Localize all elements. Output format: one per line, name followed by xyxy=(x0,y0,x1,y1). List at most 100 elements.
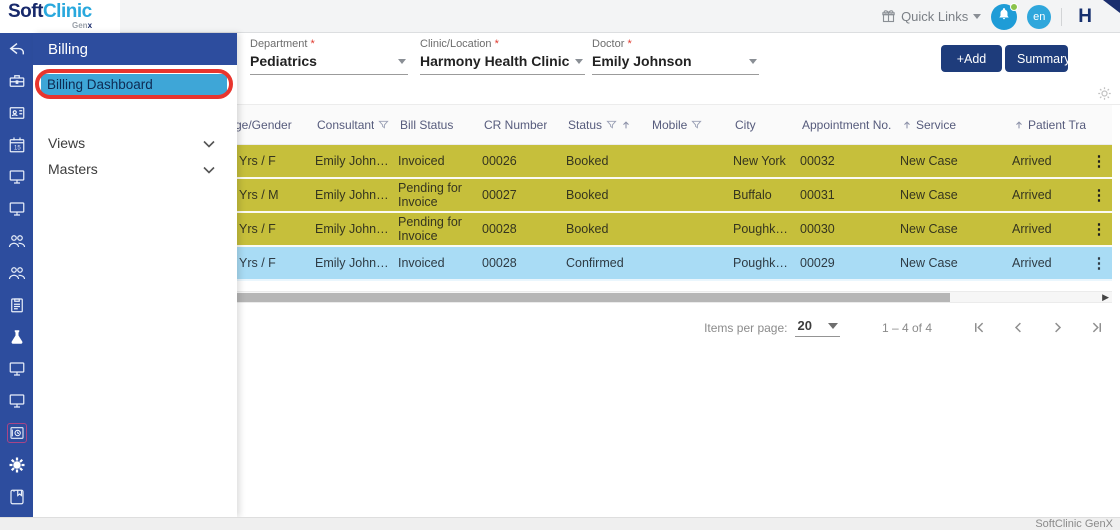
scroll-right-arrow-icon[interactable]: ▶ xyxy=(1102,292,1109,303)
column-header-status[interactable]: Status xyxy=(566,105,650,144)
paginator: Items per page: 20 1 – 4 of 4 xyxy=(704,318,1104,337)
kebab-menu-icon[interactable]: ⋮ xyxy=(1086,247,1112,279)
cell-city: New York xyxy=(733,154,786,168)
menu-item-billing-dashboard[interactable]: Billing Dashboard xyxy=(41,74,227,95)
cell-service: New Case xyxy=(900,222,958,236)
filter-funnel-icon[interactable] xyxy=(691,119,702,130)
cell-patient_tracking: Arrived xyxy=(1012,222,1052,236)
column-header-service[interactable]: Service xyxy=(900,105,1012,144)
column-header-age_gender[interactable]: Age/Gender xyxy=(225,105,315,144)
table-row[interactable]: Yrs / F Emily Johnson Invoiced 00026 Booked N… xyxy=(225,145,1112,179)
column-header-appointment_no[interactable]: Appointment No. xyxy=(800,105,900,144)
module-sidebar: 15 xyxy=(0,33,33,517)
chevron-down-icon xyxy=(973,14,982,19)
sort-arrow-icon[interactable] xyxy=(902,119,912,131)
language-selector[interactable]: en xyxy=(1027,4,1052,29)
cell-bill_status: Invoiced xyxy=(398,255,445,270)
column-header-bill_status[interactable]: Bill Status xyxy=(398,105,482,144)
logo-subtitle: Genx xyxy=(72,21,93,30)
cell-mobile xyxy=(650,213,733,245)
notification-badge xyxy=(1010,2,1019,11)
cell-age_gender: Yrs / F xyxy=(239,256,276,270)
sort-arrow-icon[interactable] xyxy=(1014,119,1024,131)
quick-links-menu[interactable]: Quick Links xyxy=(881,9,982,24)
footer-brand-text: SoftClinic GenX xyxy=(1035,518,1113,530)
chevron-down-icon xyxy=(203,161,215,177)
cell-consultant: Emily Johnson xyxy=(315,222,392,236)
page-range-text: 1 – 4 of 4 xyxy=(881,320,932,335)
column-label: Patient Tracking xyxy=(1028,117,1086,132)
chevron-down-icon xyxy=(749,58,757,64)
monitor-icon[interactable] xyxy=(0,161,33,193)
column-label: Status xyxy=(568,117,603,132)
filter-funnel-icon[interactable] xyxy=(378,119,390,130)
items-per-page-label: Items per page: xyxy=(704,320,788,335)
scrollbar-thumb[interactable] xyxy=(237,293,950,302)
column-header-city[interactable]: City xyxy=(733,105,800,144)
cell-age_gender: Yrs / F xyxy=(239,222,276,236)
cell-status: Booked xyxy=(566,154,609,168)
items-per-page-select[interactable]: 20 xyxy=(795,318,840,337)
column-settings-gear-icon[interactable] xyxy=(1097,86,1112,106)
user-avatar[interactable]: H xyxy=(1072,6,1106,28)
back-arrow-icon[interactable] xyxy=(0,33,33,65)
column-header-consultant[interactable]: Consultant xyxy=(315,105,398,144)
clipboard-icon[interactable] xyxy=(0,289,33,321)
summary-button[interactable]: Summary xyxy=(1005,45,1070,72)
column-label: Bill Status xyxy=(400,117,454,132)
column-header-cr_number[interactable]: CR Number xyxy=(482,105,566,144)
cell-service: New Case xyxy=(900,256,958,270)
next-page-button[interactable] xyxy=(1050,320,1065,335)
cell-status: Booked xyxy=(566,188,609,202)
first-page-button[interactable] xyxy=(972,320,987,335)
notifications-button[interactable] xyxy=(991,2,1019,30)
previous-page-button[interactable] xyxy=(1011,320,1026,335)
doctor-select[interactable]: Doctor * Emily Johnson xyxy=(592,38,759,75)
table-toolbar xyxy=(237,85,1120,105)
monitor-icon[interactable] xyxy=(0,385,33,417)
department-select[interactable]: Department * Pediatrics xyxy=(250,38,408,75)
table-row[interactable]: Yrs / M Emily Johnson Pending for Invoice 0… xyxy=(225,179,1112,213)
department-value: Pediatrics xyxy=(250,53,317,69)
doctor-value: Emily Johnson xyxy=(592,53,692,69)
add-button[interactable]: +Add xyxy=(941,45,1002,72)
table-body: Yrs / F Emily Johnson Invoiced 00026 Booked N… xyxy=(225,145,1112,281)
logo-text-secondary: Clinic xyxy=(42,1,92,22)
table-header-row: Age/Gender Consultant Bill Status CR Number… xyxy=(225,105,1112,145)
clinic-location-value: Harmony Health Clinic xyxy=(420,53,570,69)
cell-patient_tracking: Arrived xyxy=(1012,188,1052,202)
table-row[interactable]: Yrs / F Emily Johnson Pending for Invoice 0… xyxy=(225,213,1112,247)
patients-group-icon[interactable] xyxy=(0,225,33,257)
language-code: en xyxy=(1033,10,1046,23)
menu-item-views[interactable]: Views xyxy=(33,131,237,155)
column-header-patient_tracking[interactable]: Patient Tracking xyxy=(1012,105,1086,144)
monitor-icon[interactable] xyxy=(0,193,33,225)
calendar-icon[interactable]: 15 xyxy=(0,129,33,161)
clinic-location-select[interactable]: Clinic/Location * Harmony Health Clinic xyxy=(420,38,585,75)
filter-funnel-icon[interactable] xyxy=(606,119,617,130)
patients-group-icon[interactable] xyxy=(0,257,33,289)
cell-cr_number: 00028 xyxy=(482,222,517,236)
sort-arrow-icon[interactable] xyxy=(621,119,631,131)
kebab-menu-icon[interactable]: ⋮ xyxy=(1086,213,1112,245)
column-header-mobile[interactable]: Mobile xyxy=(650,105,733,144)
quick-links-label: Quick Links xyxy=(901,9,969,24)
settings-gear-icon[interactable] xyxy=(0,449,33,481)
horizontal-scrollbar[interactable]: ▶ xyxy=(225,291,1112,303)
last-page-button[interactable] xyxy=(1089,320,1104,335)
lab-flask-icon[interactable] xyxy=(0,321,33,353)
kebab-menu-icon[interactable]: ⋮ xyxy=(1086,179,1112,211)
safe-vault-icon[interactable] xyxy=(0,417,33,449)
kebab-menu-icon[interactable]: ⋮ xyxy=(1086,145,1112,177)
menu-item-masters[interactable]: Masters xyxy=(33,157,237,181)
monitor-icon[interactable] xyxy=(0,353,33,385)
id-card-icon[interactable] xyxy=(0,97,33,129)
book-icon[interactable] xyxy=(0,481,33,513)
cell-cr_number: 00028 xyxy=(482,256,517,270)
app-window: SoftClinic Genx Quick Links en H 15 Bill… xyxy=(0,0,1120,530)
cell-consultant: Emily Johnson xyxy=(315,188,392,202)
table-row[interactable]: Yrs / F Emily Johnson Invoiced 00028 Confirm… xyxy=(225,247,1112,281)
cell-appointment_no: 00029 xyxy=(800,256,835,270)
briefcase-icon[interactable] xyxy=(0,65,33,97)
cell-age_gender: Yrs / F xyxy=(239,154,276,168)
